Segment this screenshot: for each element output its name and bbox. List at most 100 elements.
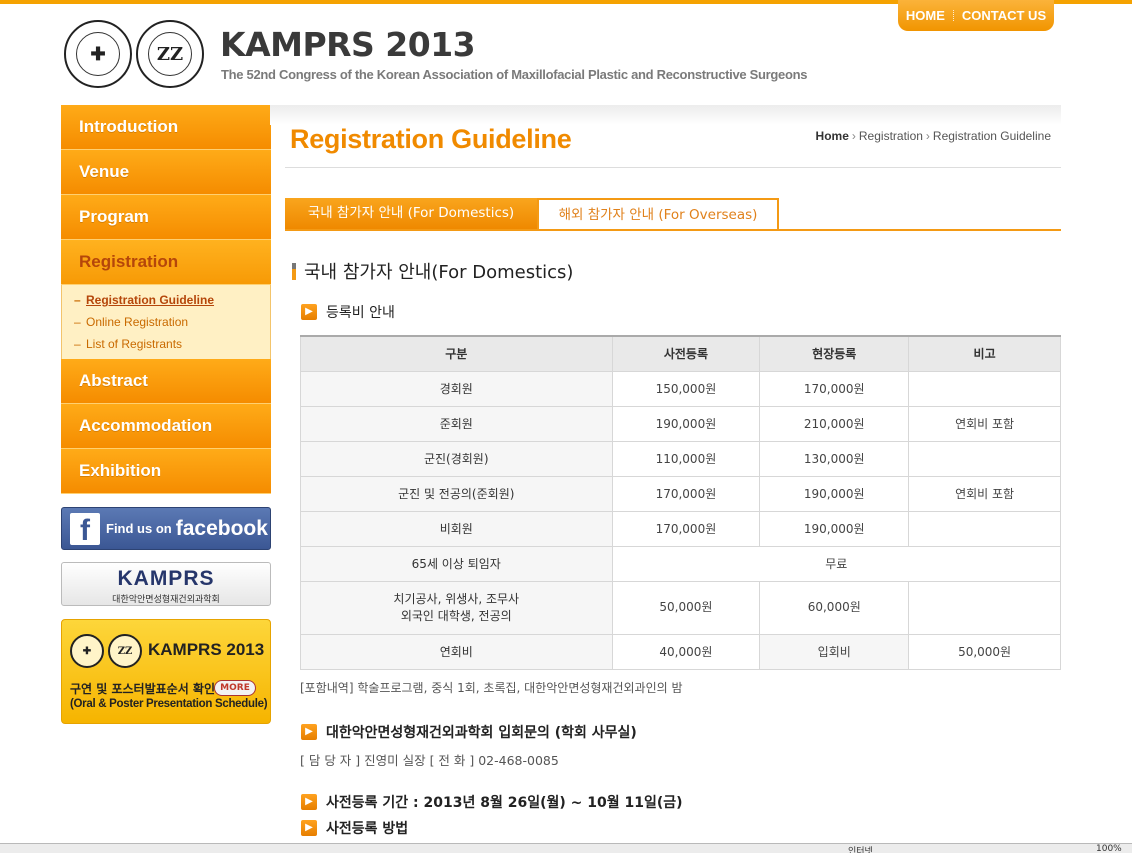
- contact-us-link[interactable]: CONTACT US: [962, 8, 1046, 23]
- subnav-label: Online Registration: [86, 315, 189, 329]
- arrow-right-icon: ▶: [301, 820, 317, 836]
- more-button[interactable]: MORE: [214, 680, 256, 696]
- table-row: 연회비 40,000원 입회비 50,000원: [300, 633, 1061, 670]
- breadcrumb-home[interactable]: Home: [816, 129, 849, 143]
- table-row: 치기공사, 위생사, 조무사 외국인 대학생, 전공의 50,000원 60,0…: [300, 580, 1061, 635]
- sidebar-item-introduction[interactable]: Introduction: [61, 105, 271, 150]
- subnav-item-list-of-registrants[interactable]: – List of Registrants: [74, 333, 270, 355]
- row-category: 경회원: [300, 370, 613, 407]
- table-row: 준회원 190,000원 210,000원 연회비 포함: [300, 405, 1061, 442]
- kamprs-banner-subtitle: 대한악안면성형재건외과학회: [112, 595, 220, 605]
- row-note: [908, 440, 1061, 477]
- facebook-name-text: facebook: [175, 516, 268, 540]
- row-category: 군진 및 전공의(준회원): [300, 475, 613, 512]
- registration-fee-table: 구분 사전등록 현장등록 비고 경회원 150,000원 170,000원 준회…: [300, 335, 1061, 670]
- onsite-registration-fee: 60,000원: [759, 580, 910, 635]
- subnav-dash: –: [74, 315, 81, 329]
- top-links-separator: [952, 10, 954, 21]
- sidebar-item-program[interactable]: Program: [61, 195, 271, 240]
- fee-heading: ▶ 등록비 안내: [301, 302, 395, 322]
- pre-period-heading: ▶ 사전등록 기간 : 2013년 8월 26일(월) ~ 10월 11일(금): [301, 792, 683, 812]
- row-category: 준회원: [300, 405, 613, 442]
- row-category: 65세 이상 퇴임자: [300, 545, 613, 582]
- pre-method-heading: ▶ 사전등록 방법: [301, 818, 408, 838]
- tab-overseas[interactable]: 해외 참가자 안내 (For Overseas): [537, 198, 779, 229]
- row-note: [908, 580, 1061, 635]
- fee-heading-text: 등록비 안내: [326, 305, 395, 321]
- pre-registration-fee: 190,000원: [611, 405, 761, 442]
- table-row: 군진 및 전공의(준회원) 170,000원 190,000원 연회비 포함: [300, 475, 1061, 512]
- pre-registration-fee: 170,000원: [611, 475, 761, 512]
- oral-poster-banner[interactable]: ✚ ZZ KAMPRS 2013 구연 및 포스터발표순서 확인 MORE (O…: [61, 619, 271, 724]
- breadcrumb-current: Registration Guideline: [932, 129, 1051, 143]
- table-header-row: 구분 사전등록 현장등록 비고: [300, 335, 1061, 372]
- security-zone-text: 인터넷: [848, 847, 873, 853]
- row-category: 군진(경회원): [300, 440, 613, 477]
- entry-fee-value: 50,000원: [908, 633, 1061, 670]
- facebook-f-icon: f: [70, 512, 100, 547]
- site-title[interactable]: KAMPRS 2013: [220, 25, 476, 64]
- column-header: 비고: [908, 335, 1061, 372]
- row-category: 치기공사, 위생사, 조무사 외국인 대학생, 전공의: [300, 580, 613, 635]
- row-category-line: 외국인 대학생, 전공의: [400, 608, 512, 623]
- onsite-registration-fee: 210,000원: [759, 405, 910, 442]
- pre-method-heading-text: 사전등록 방법: [326, 821, 409, 837]
- site-subtitle: The 52nd Congress of the Korean Associat…: [221, 67, 808, 82]
- oral-banner-title: KAMPRS 2013: [148, 640, 265, 659]
- pre-registration-fee: 150,000원: [611, 370, 761, 407]
- pre-registration-fee: 110,000원: [611, 440, 761, 477]
- breadcrumb: Home › Registration › Registration Guideline: [816, 129, 1051, 143]
- retired-fee: 무료: [611, 545, 1061, 582]
- row-category: 비회원: [300, 510, 613, 547]
- home-link[interactable]: HOME: [906, 8, 945, 23]
- included-note: [포함내역] 학술프로그램, 중식 1회, 초록집, 대한악안면성형재건외과인의…: [300, 681, 683, 695]
- arrow-right-icon: ▶: [301, 724, 317, 740]
- sidebar-item-registration[interactable]: Registration: [61, 240, 271, 285]
- subnav-item-online-registration[interactable]: – Online Registration: [74, 311, 270, 333]
- table-row: 65세 이상 퇴임자 무료: [300, 545, 1061, 582]
- subnav-dash: –: [74, 337, 81, 351]
- table-row: 군진(경회원) 110,000원 130,000원: [300, 440, 1061, 477]
- onsite-registration-fee: 190,000원: [759, 510, 910, 547]
- subnav-label: Registration Guideline: [86, 293, 215, 307]
- breadcrumb-registration[interactable]: Registration: [859, 129, 923, 143]
- pre-period-heading-text: 사전등록 기간 : 2013년 8월 26일(월) ~ 10월 11일(금): [326, 795, 683, 811]
- membership-heading: ▶ 대한악안면성형재건외과학회 입회문의 (학회 사무실): [301, 722, 637, 742]
- registration-subnav: – Registration Guideline – Online Registra…: [61, 285, 271, 359]
- column-header: 현장등록: [759, 335, 910, 372]
- association-seal-icon: ✚: [64, 20, 132, 88]
- page-title: Registration Guideline: [290, 124, 572, 154]
- row-category: 연회비: [300, 633, 613, 670]
- row-category-line: 치기공사, 위생사, 조무사: [393, 591, 520, 606]
- kamprs-banner[interactable]: KAMPRS 대한악안면성형재건외과학회: [61, 562, 271, 606]
- sidebar-item-abstract[interactable]: Abstract: [61, 359, 271, 404]
- sidebar-item-exhibition[interactable]: Exhibition: [61, 449, 271, 494]
- oral-banner-english: (Oral & Poster Presentation Schedule): [70, 698, 268, 710]
- facebook-banner[interactable]: f Find us on facebook: [61, 507, 271, 550]
- column-header: 구분: [300, 335, 613, 372]
- row-note: [908, 510, 1061, 547]
- sidebar-nav: Introduction Venue Program Registration …: [61, 105, 271, 494]
- university-seal-icon: ZZ: [136, 20, 204, 88]
- tab-domestics[interactable]: 국내 참가자 안내 (For Domestics): [285, 198, 537, 229]
- row-note: 연회비 포함: [908, 405, 1061, 442]
- pre-registration-fee: 50,000원: [611, 580, 761, 635]
- onsite-registration-fee: 190,000원: [759, 475, 910, 512]
- subnav-item-registration-guideline[interactable]: – Registration Guideline: [74, 289, 270, 311]
- content-top-gradient: [270, 105, 1061, 125]
- row-note: [908, 370, 1061, 407]
- sidebar-item-accommodation[interactable]: Accommodation: [61, 404, 271, 449]
- annual-fee-value: 40,000원: [611, 633, 761, 670]
- arrow-right-icon: ▶: [301, 304, 317, 320]
- subnav-label: List of Registrants: [86, 337, 183, 351]
- contact-line: [ 담 당 자 ] 진영미 실장 [ 전 화 ] 02-468-0085: [300, 753, 559, 768]
- onsite-registration-fee: 130,000원: [759, 440, 910, 477]
- onsite-registration-fee: 170,000원: [759, 370, 910, 407]
- title-divider: [285, 167, 1061, 168]
- zoom-level[interactable]: 100%: [1096, 844, 1122, 853]
- kamprs-banner-title: KAMPRS: [117, 567, 215, 590]
- sidebar-item-venue[interactable]: Venue: [61, 150, 271, 195]
- table-row: 비회원 170,000원 190,000원: [300, 510, 1061, 547]
- domestic-overseas-tabs: 국내 참가자 안내 (For Domestics) 해외 참가자 안내 (For…: [285, 198, 1061, 231]
- section-title-text: 국내 참가자 안내(For Domestics): [304, 262, 574, 283]
